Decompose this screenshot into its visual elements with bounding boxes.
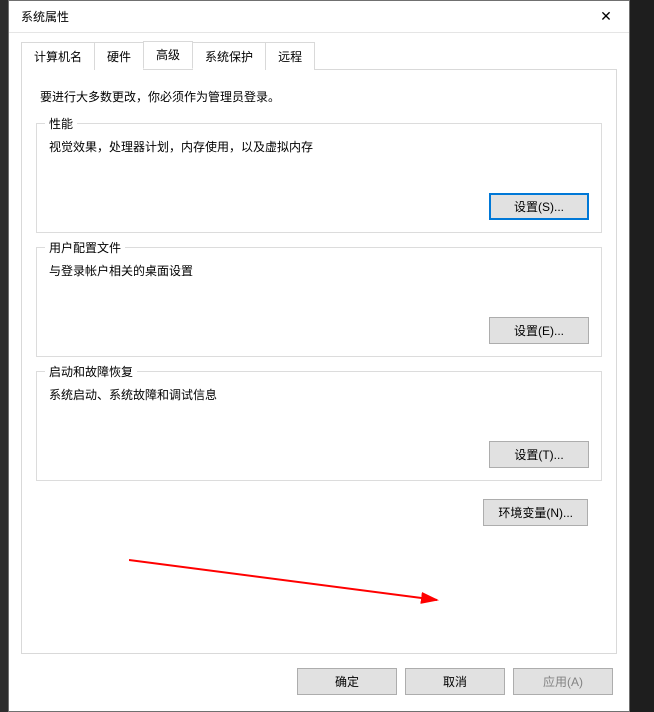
group-performance-legend: 性能 xyxy=(45,115,77,132)
group-user-profiles-legend: 用户配置文件 xyxy=(45,239,125,256)
admin-note: 要进行大多数更改，你必须作为管理员登录。 xyxy=(36,88,602,105)
tab-computer-name[interactable]: 计算机名 xyxy=(21,42,95,70)
group-performance-desc: 视觉效果，处理器计划，内存使用，以及虚拟内存 xyxy=(49,138,589,155)
group-user-profiles: 用户配置文件 与登录帐户相关的桌面设置 设置(E)... xyxy=(36,247,602,357)
tab-advanced[interactable]: 高级 xyxy=(143,41,193,69)
user-profiles-settings-button[interactable]: 设置(E)... xyxy=(489,317,589,344)
performance-settings-button[interactable]: 设置(S)... xyxy=(489,193,589,220)
group-user-profiles-desc: 与登录帐户相关的桌面设置 xyxy=(49,262,589,279)
close-icon: ✕ xyxy=(600,8,612,25)
group-startup-recovery: 启动和故障恢复 系统启动、系统故障和调试信息 设置(T)... xyxy=(36,371,602,481)
dialog-buttons: 确定 取消 应用(A) xyxy=(21,654,617,699)
tab-content-advanced: 要进行大多数更改，你必须作为管理员登录。 性能 视觉效果，处理器计划，内存使用，… xyxy=(21,70,617,654)
ok-button[interactable]: 确定 xyxy=(297,668,397,695)
startup-recovery-settings-button[interactable]: 设置(T)... xyxy=(489,441,589,468)
tab-hardware[interactable]: 硬件 xyxy=(94,42,144,70)
group-performance: 性能 视觉效果，处理器计划，内存使用，以及虚拟内存 设置(S)... xyxy=(36,123,602,233)
group-startup-recovery-legend: 启动和故障恢复 xyxy=(45,363,137,380)
group-startup-recovery-desc: 系统启动、系统故障和调试信息 xyxy=(49,386,589,403)
environment-variables-button[interactable]: 环境变量(N)... xyxy=(483,499,588,526)
window-title: 系统属性 xyxy=(21,8,69,25)
close-button[interactable]: ✕ xyxy=(583,1,629,33)
tab-system-protection[interactable]: 系统保护 xyxy=(192,42,266,70)
dialog-body: 计算机名 硬件 高级 系统保护 远程 要进行大多数更改，你必须作为管理员登录。 … xyxy=(9,33,629,711)
tabs: 计算机名 硬件 高级 系统保护 远程 xyxy=(21,41,617,70)
tab-remote[interactable]: 远程 xyxy=(265,42,315,70)
titlebar: 系统属性 ✕ xyxy=(9,1,629,33)
apply-button[interactable]: 应用(A) xyxy=(513,668,613,695)
cancel-button[interactable]: 取消 xyxy=(405,668,505,695)
system-properties-dialog: 系统属性 ✕ 计算机名 硬件 高级 系统保护 远程 要进行大多数更改，你必须作为… xyxy=(8,0,630,712)
